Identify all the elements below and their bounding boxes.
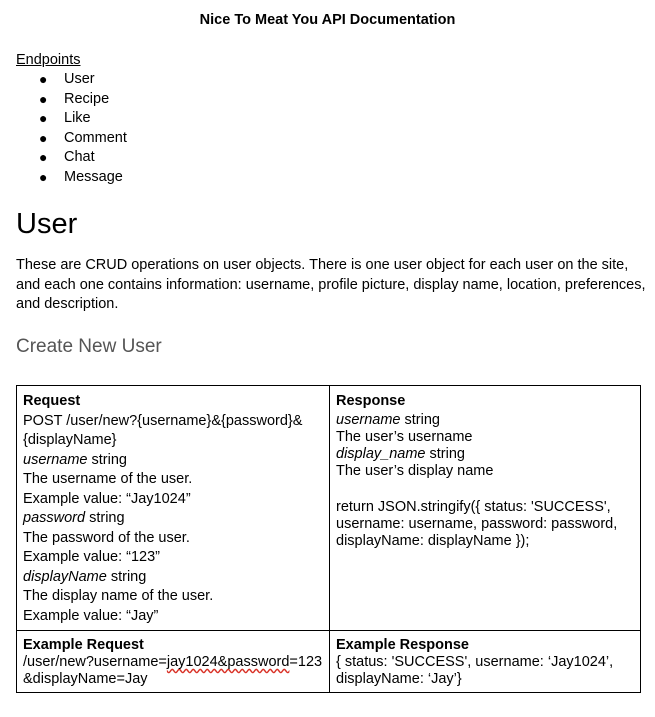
- endpoint-label: Comment: [64, 129, 127, 146]
- param-example: Example value: “Jay1024”: [23, 490, 191, 507]
- bullet-icon: ●: [39, 110, 48, 126]
- example-request-heading: Example Request: [23, 637, 144, 653]
- endpoint-label: Recipe: [64, 90, 110, 107]
- bullet-icon: ●: [39, 129, 48, 146]
- endpoints-heading: Endpoints: [16, 52, 81, 68]
- endpoint-label: Like: [64, 110, 91, 126]
- user-section-title: User: [16, 208, 78, 240]
- endpoint-item-message: ● Message: [16, 168, 127, 188]
- param-description: The username of the user.: [23, 471, 193, 487]
- request-cell: Request POST /user/new?{username}&{passw…: [16, 385, 330, 631]
- field-name: display_name: [336, 445, 426, 462]
- endpoint-item-chat: ● Chat: [16, 148, 127, 168]
- field-name: username: [336, 411, 401, 428]
- param-type: string: [106, 568, 147, 585]
- field-description: The user’s username: [336, 428, 473, 445]
- bullet-icon: ●: [39, 149, 48, 165]
- param-password: password string: [23, 509, 323, 529]
- request-endpoint: POST /user/new?{username}&{password}&{di…: [23, 412, 303, 449]
- field-username: username string: [336, 412, 634, 429]
- param-name: displayName: [23, 568, 107, 585]
- field-type: string: [400, 411, 440, 428]
- param-description: The display name of the user.: [23, 588, 214, 604]
- endpoint-item-recipe: ● Recipe: [16, 90, 127, 110]
- table-row: Example Request /user/new?username=jay10…: [16, 630, 641, 693]
- example-response-cell: Example Response { status: 'SUCCESS', us…: [329, 630, 641, 693]
- field-display-name: display_name string: [336, 446, 634, 463]
- example-response-value: { status: 'SUCCESS', username: ‘Jay1024’…: [336, 654, 614, 687]
- create-user-table: Request POST /user/new?{username}&{passw…: [16, 385, 641, 693]
- param-name: username: [23, 451, 88, 468]
- endpoint-label: Message: [64, 168, 123, 185]
- table-row: Request POST /user/new?{username}&{passw…: [16, 385, 641, 631]
- endpoint-label: Chat: [64, 149, 95, 165]
- endpoint-label: User: [64, 71, 95, 87]
- bullet-icon: ●: [39, 90, 48, 107]
- example-request-cell: Example Request /user/new?username=jay10…: [16, 630, 330, 693]
- param-description: The password of the user.: [23, 529, 190, 546]
- param-type: string: [87, 451, 127, 468]
- param-example: Example value: “123”: [23, 549, 161, 565]
- bullet-icon: ●: [39, 168, 48, 185]
- request-heading: Request: [23, 393, 81, 409]
- param-name: password: [23, 510, 86, 526]
- create-user-title: Create New User: [16, 336, 162, 357]
- response-heading: Response: [336, 393, 406, 409]
- endpoint-item-comment: ● Comment: [16, 129, 127, 149]
- user-section-description: These are CRUD operations on user object…: [16, 257, 646, 312]
- example-response-heading: Example Response: [336, 637, 469, 653]
- param-display-name: displayName string: [23, 568, 323, 588]
- endpoint-item-like: ● Like: [16, 109, 127, 129]
- bullet-icon: ●: [39, 71, 48, 87]
- endpoints-list: ● User ● Recipe ● Like ● Comment ● Chat ● Mess…: [16, 70, 127, 187]
- example-request-prefix: /user/new?username=: [23, 654, 167, 670]
- endpoint-item-user: ● User: [16, 70, 127, 90]
- param-username: username string: [23, 451, 323, 471]
- document-title: Nice To Meat You API Documentation: [199, 12, 456, 28]
- param-example: Example value: “Jay”: [23, 607, 159, 624]
- response-cell: Response username string The user’s user…: [329, 385, 641, 631]
- field-description: The user’s display name: [336, 462, 494, 479]
- spellcheck-underline-text: jay1024&password: [166, 654, 290, 670]
- example-request-value: /user/new?username=jay1024&password=123&…: [23, 654, 323, 688]
- response-code: return JSON.stringify({ status: 'SUCCESS…: [336, 499, 618, 549]
- field-type: string: [425, 445, 465, 462]
- param-type: string: [85, 510, 125, 526]
